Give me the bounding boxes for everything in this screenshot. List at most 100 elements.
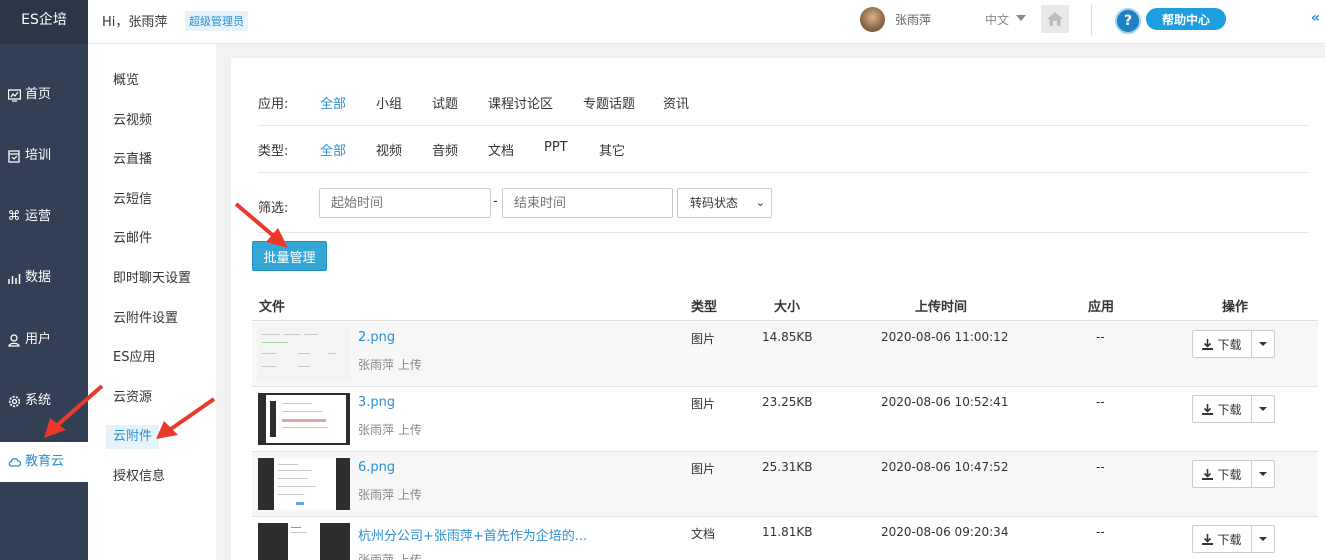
nav-label: 运营 [25, 209, 52, 224]
transcode-status-select[interactable]: 转码状态 ⌄ [677, 188, 772, 218]
upload-time: 2020-08-06 09:20:34 [881, 525, 1009, 539]
nav-label: 系统 [25, 393, 52, 408]
download-dropdown-toggle[interactable] [1252, 525, 1275, 553]
type-filter-audio[interactable]: 音频 [432, 140, 458, 159]
app-filter-topic[interactable]: 专题话题 [583, 93, 635, 112]
caret-down-icon [1259, 342, 1267, 346]
date-range-dash: - [493, 194, 498, 209]
file-thumbnail[interactable] [258, 393, 350, 445]
file-name-link[interactable]: 2.png [358, 330, 395, 345]
username[interactable]: 张雨萍 [895, 11, 931, 28]
language-selector[interactable]: 中文 [985, 11, 1009, 28]
download-dropdown-toggle[interactable] [1252, 330, 1275, 358]
nav-label: 用户 [25, 332, 52, 347]
type-filter-row: 类型: 全部 视频 音频 文档 PPT 其它 [258, 126, 1309, 173]
download-icon [1202, 468, 1214, 480]
file-app: -- [1096, 525, 1105, 539]
file-thumbnail[interactable] [258, 328, 350, 380]
file-name-link[interactable]: 6.png [358, 460, 395, 475]
brand-logo[interactable]: ES企培 [0, 0, 88, 44]
submenu-item-cloud-live[interactable]: 云直播 [113, 151, 152, 169]
greeting: Hi，张雨萍 [102, 15, 168, 30]
type-filter-video[interactable]: 视频 [376, 140, 402, 159]
file-name-link[interactable]: 杭州分公司+张雨萍+首先作为企培的... [358, 525, 587, 544]
submenu-item-cloud-email[interactable]: 云邮件 [113, 230, 152, 248]
download-button-group: 下载 [1192, 395, 1275, 423]
file-app: -- [1096, 330, 1105, 344]
upload-time: 2020-08-06 10:47:52 [881, 460, 1009, 474]
type-filter-all[interactable]: 全部 [320, 140, 346, 159]
submenu-item-cloud-video[interactable]: 云视频 [113, 112, 152, 130]
submenu-item-overview[interactable]: 概览 [113, 72, 139, 90]
col-header-type: 类型 [691, 300, 718, 315]
nav-item-data[interactable]: 数据 [0, 258, 88, 298]
table-row: 杭州分公司+张雨萍+首先作为企培的... 张雨萍 上传 文档 11.81KB 2… [252, 517, 1318, 560]
top-header: Hi，张雨萍 超级管理员 张雨萍 中文 ? 帮助中心 « [88, 0, 1325, 44]
submenu-item-license-info[interactable]: 授权信息 [113, 468, 165, 486]
caret-down-icon [1259, 472, 1267, 476]
nav-label: 数据 [25, 270, 52, 285]
submenu-item-im-settings[interactable]: 即时聊天设置 [113, 270, 191, 288]
app-filter-course-discussion[interactable]: 课程讨论区 [488, 93, 553, 112]
submenu-item-cloud-sms[interactable]: 云短信 [113, 191, 152, 209]
download-icon [1202, 403, 1214, 415]
download-label: 下载 [1217, 532, 1242, 547]
file-type: 图片 [691, 462, 716, 476]
file-thumbnail[interactable] [258, 458, 350, 510]
nav-item-edu-cloud[interactable]: 教育云 [0, 442, 88, 482]
help-center-button[interactable]: 帮助中心 [1146, 8, 1226, 30]
app-filter-news[interactable]: 资讯 [663, 93, 689, 112]
file-thumbnail[interactable] [258, 523, 350, 560]
file-size: 11.81KB [762, 525, 813, 539]
nav-item-training[interactable]: 培训 [0, 136, 88, 176]
caret-down-icon [1259, 537, 1267, 541]
start-time-input[interactable] [319, 188, 491, 218]
submenu-item-attachment-settings[interactable]: 云附件设置 [113, 310, 178, 328]
command-icon: ⌘ [7, 209, 21, 224]
file-type: 文档 [691, 527, 716, 541]
file-type: 图片 [691, 397, 716, 411]
type-filter-other[interactable]: 其它 [599, 140, 625, 159]
download-button[interactable]: 下载 [1192, 460, 1252, 488]
file-name-link[interactable]: 3.png [358, 395, 395, 410]
file-size: 23.25KB [762, 395, 813, 409]
download-button[interactable]: 下载 [1192, 330, 1252, 358]
download-button[interactable]: 下载 [1192, 395, 1252, 423]
upload-time: 2020-08-06 10:52:41 [881, 395, 1009, 409]
table-row: 2.png 张雨萍 上传 图片 14.85KB 2020-08-06 11:00… [252, 322, 1318, 387]
download-icon [1202, 338, 1214, 350]
end-time-input[interactable] [502, 188, 673, 218]
caret-down-icon [1259, 407, 1267, 411]
submenu-item-es-apps[interactable]: ES应用 [113, 349, 155, 367]
caret-down-icon[interactable] [1016, 15, 1026, 21]
download-dropdown-toggle[interactable] [1252, 460, 1275, 488]
cloud-icon [7, 455, 21, 469]
nav-item-system[interactable]: 系统 [0, 381, 88, 421]
download-dropdown-toggle[interactable] [1252, 395, 1275, 423]
nav-item-home[interactable]: 首页 [0, 75, 88, 115]
file-type: 图片 [691, 332, 716, 346]
file-size: 25.31KB [762, 460, 813, 474]
submenu-item-cloud-resources[interactable]: 云资源 [113, 389, 152, 407]
screen-filter-label: 筛选: [258, 201, 289, 216]
nav-label: 首页 [25, 87, 52, 102]
divider [1091, 4, 1092, 36]
home-button[interactable] [1041, 5, 1069, 33]
nav-item-operations[interactable]: ⌘ 运营 [0, 197, 88, 237]
type-filter-ppt[interactable]: PPT [544, 140, 568, 155]
help-question-icon[interactable]: ? [1115, 8, 1141, 34]
select-value: 转码状态 [690, 196, 739, 210]
submenu-item-cloud-attachments[interactable]: 云附件 [106, 425, 160, 449]
app-filter-group[interactable]: 小组 [376, 93, 402, 112]
role-badge: 超级管理员 [185, 11, 248, 31]
batch-manage-button[interactable]: 批量管理 [252, 241, 327, 271]
uploader-text: 张雨萍 上传 [358, 358, 422, 372]
app-filter-questions[interactable]: 试题 [432, 93, 458, 112]
left-nav: ES企培 首页 培训 ⌘ 运营 数据 用户 系统 教育云 [0, 0, 88, 560]
app-filter-all[interactable]: 全部 [320, 93, 346, 112]
type-filter-document[interactable]: 文档 [488, 140, 514, 159]
avatar[interactable] [860, 7, 885, 32]
nav-item-users[interactable]: 用户 [0, 320, 88, 360]
download-button[interactable]: 下载 [1192, 525, 1252, 553]
collapse-icon[interactable]: « [1311, 10, 1320, 26]
